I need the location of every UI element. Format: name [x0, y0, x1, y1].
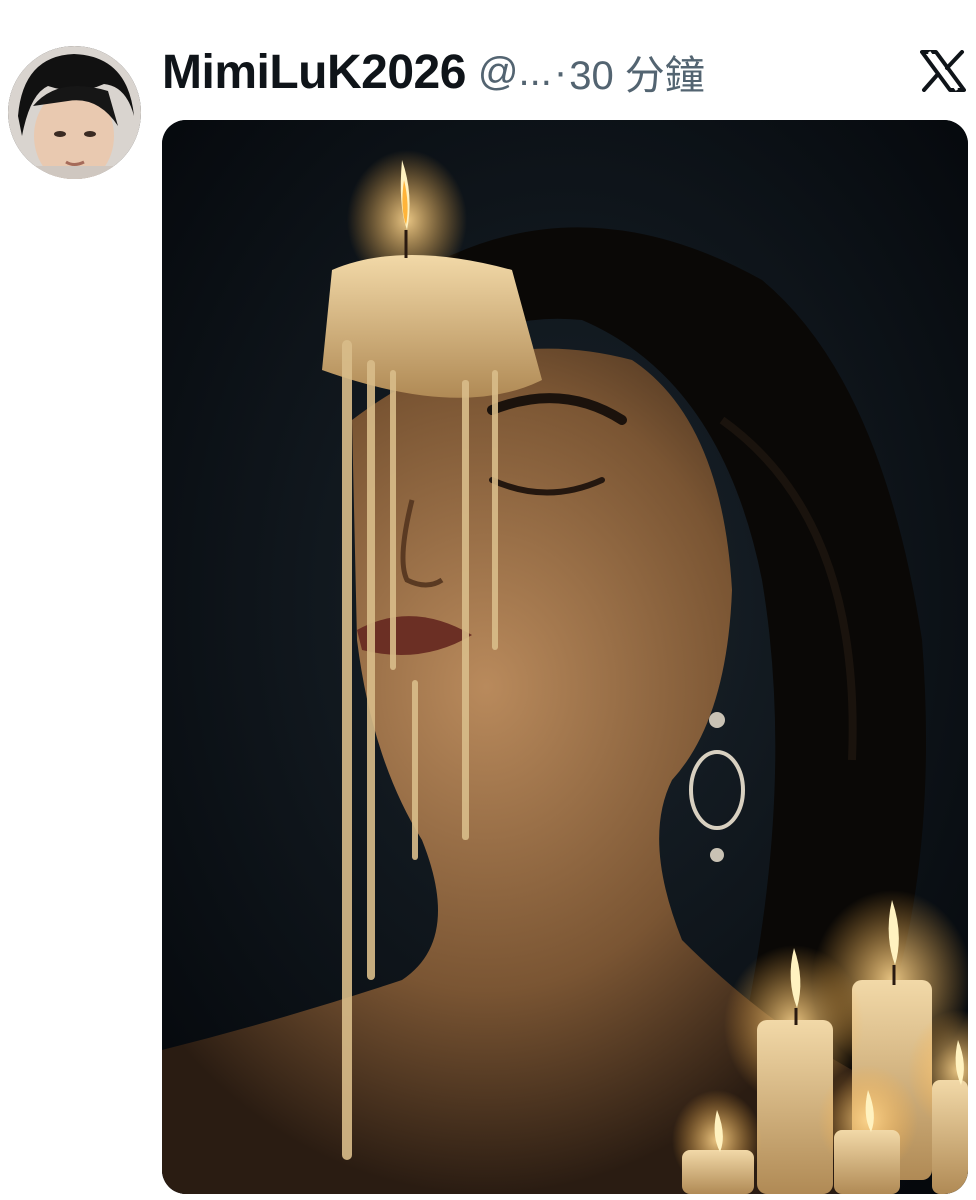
- tweet-timestamp[interactable]: 30 分鐘: [569, 43, 705, 101]
- tweet-media-photo[interactable]: [162, 120, 968, 1194]
- x-logo-icon[interactable]: [920, 50, 966, 92]
- media-image: [162, 120, 968, 1194]
- author-avatar[interactable]: [8, 46, 141, 179]
- author-name[interactable]: MimiLuK2026: [162, 45, 466, 100]
- separator-dot: ·: [553, 49, 568, 94]
- tweet-header: MimiLuK2026 @... · 30 分鐘: [162, 40, 842, 104]
- avatar-image: [8, 46, 141, 179]
- author-handle[interactable]: @...: [478, 50, 552, 95]
